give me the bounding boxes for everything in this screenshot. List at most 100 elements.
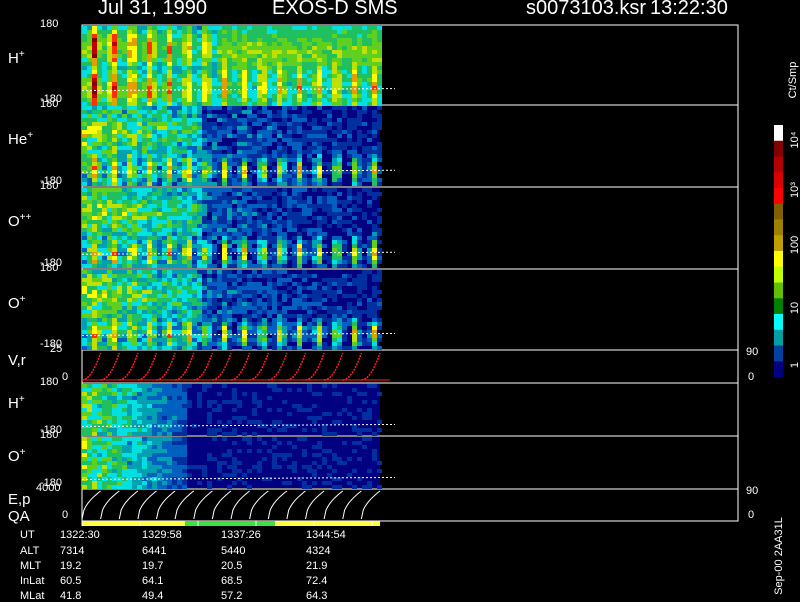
heat-cell (352, 416, 357, 420)
heat-cell (137, 384, 142, 388)
heat-cell (277, 282, 282, 286)
heat-cell (107, 174, 112, 178)
heat-cell (197, 212, 202, 216)
heat-cell (232, 200, 237, 204)
heat-cell (172, 50, 177, 54)
heat-cell (137, 485, 142, 489)
heat-cell (92, 264, 97, 268)
heat-cell (167, 82, 172, 86)
heat-cell (212, 252, 217, 256)
heat-cell (262, 38, 267, 42)
heat-cell (202, 278, 207, 282)
heat-cell (292, 322, 297, 326)
heat-cell (317, 196, 322, 200)
heat-cell (92, 220, 97, 224)
heat-cell (367, 138, 372, 142)
heat-cell (307, 50, 312, 54)
heat-cell (257, 94, 262, 98)
heat-cell (122, 248, 127, 252)
heat-cell (157, 208, 162, 212)
heat-cell (322, 290, 327, 294)
heat-cell (352, 224, 357, 228)
heat-cell (187, 228, 192, 232)
heat-cell (307, 102, 312, 106)
heat-cell (347, 50, 352, 54)
heat-cell (157, 50, 162, 54)
heat-cell (332, 42, 337, 46)
heat-cell (167, 244, 172, 248)
heat-cell (182, 46, 187, 50)
heat-cell (192, 62, 197, 66)
heat-cell (297, 256, 302, 260)
heat-cell (217, 326, 222, 330)
heat-cell (257, 236, 262, 240)
heat-cell (342, 338, 347, 342)
heat-cell (282, 94, 287, 98)
heat-cell (257, 330, 262, 334)
heat-cell (247, 196, 252, 200)
heat-cell (312, 228, 317, 232)
heat-cell (292, 248, 297, 252)
heat-cell (82, 392, 87, 396)
heat-cell (197, 118, 202, 122)
heat-cell (352, 236, 357, 240)
heat-cell (102, 142, 107, 146)
heat-cell (142, 236, 147, 240)
heat-cell (347, 98, 352, 102)
heat-cell (197, 346, 202, 350)
heat-cell (202, 200, 207, 204)
heat-cell (87, 310, 92, 314)
heat-cell (92, 432, 97, 436)
heat-cell (182, 330, 187, 334)
heat-cell (332, 384, 337, 388)
heat-cell (257, 70, 262, 74)
heat-cell (227, 274, 232, 278)
heat-cell (172, 224, 177, 228)
heat-cell (92, 70, 97, 74)
heat-cell (232, 162, 237, 166)
heat-cell (322, 220, 327, 224)
heat-cell (182, 78, 187, 82)
heat-cell (167, 228, 172, 232)
heat-cell (102, 188, 107, 192)
heat-cell (142, 416, 147, 420)
heat-cell (287, 208, 292, 212)
heat-cell (182, 98, 187, 102)
heat-cell (322, 236, 327, 240)
heat-cell (217, 162, 222, 166)
heat-cell (147, 34, 152, 38)
heat-cell (232, 114, 237, 118)
heat-cell (287, 220, 292, 224)
heat-cell (97, 432, 102, 436)
heat-cell (242, 134, 247, 138)
heat-cell (172, 118, 177, 122)
heat-cell (122, 70, 127, 74)
heat-cell (332, 54, 337, 58)
heat-cell (127, 432, 132, 436)
heat-cell (197, 322, 202, 326)
heat-cell (92, 162, 97, 166)
heat-cell (137, 260, 142, 264)
heat-cell (122, 94, 127, 98)
heat-cell (317, 334, 322, 338)
heat-cell (102, 388, 107, 392)
heat-cell (182, 86, 187, 90)
heat-cell (117, 30, 122, 34)
heat-cell (172, 256, 177, 260)
heat-cell (217, 322, 222, 326)
heat-cell (157, 286, 162, 290)
heat-cell (337, 122, 342, 126)
heat-cell (217, 126, 222, 130)
heat-cell (297, 204, 302, 208)
heat-cell (112, 54, 117, 58)
heat-cell (107, 338, 112, 342)
heat-cell (247, 94, 252, 98)
heat-cell (147, 212, 152, 216)
heat-cell (247, 82, 252, 86)
heat-cell (147, 58, 152, 62)
heat-cell (117, 256, 122, 260)
heat-cell (292, 260, 297, 264)
heat-cell (302, 166, 307, 170)
heat-cell (92, 428, 97, 432)
heat-cell (182, 318, 187, 322)
